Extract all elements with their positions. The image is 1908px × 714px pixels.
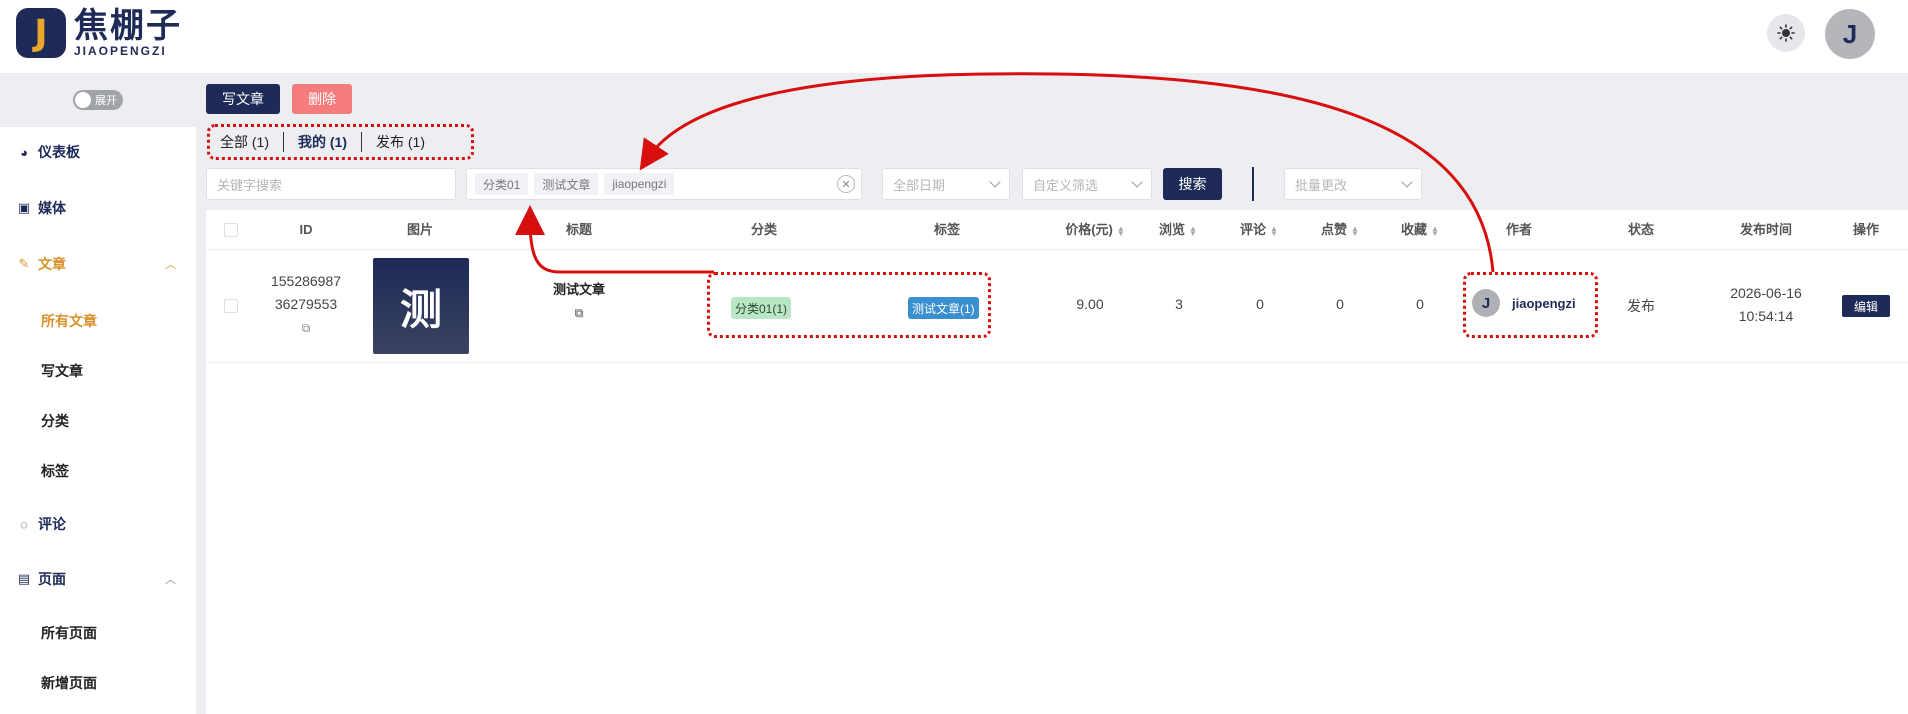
col-image: 图片 bbox=[406, 222, 434, 237]
tab-published[interactable]: 发布 (1) bbox=[361, 132, 439, 152]
sidebar-item-write-article[interactable]: 写文章 bbox=[41, 361, 83, 381]
col-comments[interactable]: 评论 ▲ ▼ bbox=[1240, 210, 1278, 250]
edit-button[interactable]: 编辑 bbox=[1842, 295, 1890, 317]
logo-cn-text: 焦棚子 bbox=[74, 6, 182, 46]
write-article-button[interactable]: 写文章 bbox=[206, 84, 280, 114]
chevron-up-icon: ︿ bbox=[165, 574, 176, 586]
chevron-up-icon: ︿ bbox=[165, 259, 176, 271]
tab-all[interactable]: 全部 (1) bbox=[208, 132, 283, 152]
image-icon: ▣ bbox=[17, 200, 31, 215]
col-actions: 操作 bbox=[1852, 222, 1880, 237]
logo[interactable]: J 焦棚子 JIAOPENGZI bbox=[16, 8, 182, 58]
article-thumbnail[interactable]: 测 bbox=[373, 258, 469, 354]
keyword-search-input[interactable]: 关键字搜索 bbox=[206, 168, 456, 200]
chevron-down-icon bbox=[1401, 176, 1413, 188]
logo-mark: J bbox=[16, 8, 66, 58]
article-title[interactable]: 测试文章 ⧉ bbox=[553, 279, 605, 321]
clear-icon[interactable]: ✕ bbox=[837, 175, 855, 193]
author-avatar: J bbox=[1472, 289, 1500, 317]
col-favorites[interactable]: 收藏 ▲ ▼ bbox=[1401, 210, 1439, 250]
tag-badge[interactable]: 测试文章(1) bbox=[908, 297, 979, 319]
filter-chip[interactable]: jiaopengzi bbox=[604, 173, 675, 195]
sidebar-expand-switch[interactable]: 展开 bbox=[73, 90, 123, 110]
sidebar-item-tags[interactable]: 标签 bbox=[41, 461, 69, 481]
author-name: jiaopengzi bbox=[1512, 295, 1576, 311]
sidebar-item-categories[interactable]: 分类 bbox=[41, 411, 69, 431]
delete-button[interactable]: 删除 bbox=[292, 84, 352, 114]
author-cell[interactable]: J jiaopengzi bbox=[1472, 289, 1576, 317]
table-header: ID 图片 标题 分类 标签 价格(元) ▲ ▼ 浏览 ▲ ▼ 评论 ▲ ▼ 点赞 ▲ ▼ 收藏… bbox=[206, 210, 1908, 250]
sun-icon bbox=[1777, 24, 1795, 42]
chevron-down-icon bbox=[1131, 176, 1143, 188]
sidebar-item-pages[interactable]: ▤ 页面 ︿ bbox=[0, 569, 196, 589]
date-select[interactable]: 全部日期 bbox=[882, 168, 1010, 200]
status-cell: 发布 bbox=[1627, 298, 1655, 314]
favorites-cell: 0 bbox=[1416, 296, 1424, 312]
sidebar-item-all-articles[interactable]: 所有文章 bbox=[41, 311, 97, 331]
edit-icon: ✎ bbox=[18, 256, 30, 271]
comments-cell: 0 bbox=[1256, 296, 1264, 312]
sort-icon: ▲ ▼ bbox=[1189, 223, 1197, 238]
col-category: 分类 bbox=[750, 222, 778, 237]
views-cell: 3 bbox=[1175, 296, 1183, 312]
batch-change-select[interactable]: 批量更改 bbox=[1284, 168, 1422, 200]
sidebar-item-dashboard[interactable]: ◕ 仪表板 bbox=[0, 142, 196, 162]
col-author: 作者 bbox=[1505, 222, 1533, 237]
sort-icon: ▲ ▼ bbox=[1351, 223, 1359, 238]
select-all-checkbox[interactable] bbox=[224, 223, 238, 237]
filter-tabs: 全部 (1) 我的 (1) 发布 (1) bbox=[208, 124, 439, 160]
sort-icon: ▲ ▼ bbox=[1116, 223, 1125, 238]
row-checkbox[interactable] bbox=[224, 299, 238, 313]
sidebar-item-media[interactable]: ▣ 媒体 bbox=[0, 198, 196, 218]
sidebar-item-comments[interactable]: ◌ 评论 bbox=[0, 514, 196, 534]
top-header: J 焦棚子 JIAOPENGZI J bbox=[0, 0, 1908, 73]
sidebar-item-articles[interactable]: ✎ 文章 ︿ bbox=[0, 254, 196, 274]
copy-icon[interactable]: ⧉ bbox=[302, 317, 311, 340]
sort-icon: ▲ ▼ bbox=[1431, 223, 1439, 238]
sidebar-item-all-pages[interactable]: 所有页面 bbox=[41, 623, 97, 643]
switch-label: 展开 bbox=[95, 95, 117, 107]
search-button[interactable]: 搜索 bbox=[1163, 168, 1222, 200]
col-likes[interactable]: 点赞 ▲ ▼ bbox=[1321, 210, 1359, 250]
articles-table: ID 图片 标题 分类 标签 价格(元) ▲ ▼ 浏览 ▲ ▼ 评论 ▲ ▼ 点赞 ▲ ▼ 收藏… bbox=[206, 210, 1908, 714]
comment-icon: ◌ bbox=[20, 516, 28, 532]
tab-mine[interactable]: 我的 (1) bbox=[283, 132, 361, 152]
sidebar-item-new-page[interactable]: 新增页面 bbox=[41, 673, 97, 693]
likes-cell: 0 bbox=[1336, 296, 1344, 312]
article-id: 155286987 36279553 ⧉ bbox=[271, 270, 341, 340]
page-icon: ▤ bbox=[17, 571, 31, 586]
theme-toggle-button[interactable] bbox=[1767, 14, 1805, 52]
custom-filter-select[interactable]: 自定义筛选 bbox=[1022, 168, 1152, 200]
col-publish-time: 发布时间 bbox=[1739, 222, 1793, 237]
col-title: 标题 bbox=[565, 222, 593, 237]
chevron-down-icon bbox=[989, 176, 1001, 188]
category-badge[interactable]: 分类01(1) bbox=[731, 297, 792, 319]
table-row: 155286987 36279553 ⧉ 测 测试文章 ⧉ 分类01(1) 测试… bbox=[206, 251, 1908, 363]
price-cell: 9.00 bbox=[1076, 296, 1104, 312]
user-avatar[interactable]: J bbox=[1825, 9, 1875, 59]
tag-filter-input[interactable]: 分类01 测试文章 jiaopengzi ✕ bbox=[466, 168, 862, 200]
col-tag: 标签 bbox=[933, 222, 961, 237]
filter-chip[interactable]: 分类01 bbox=[475, 173, 529, 195]
col-status: 状态 bbox=[1627, 222, 1655, 237]
logo-en-text: JIAOPENGZI bbox=[74, 44, 167, 58]
sort-icon: ▲ ▼ bbox=[1270, 223, 1278, 238]
filter-chip[interactable]: 测试文章 bbox=[534, 173, 599, 195]
dashboard-icon: ◕ bbox=[20, 144, 28, 160]
col-price[interactable]: 价格(元) ▲ ▼ bbox=[1065, 210, 1125, 250]
col-id: ID bbox=[299, 222, 313, 237]
copy-icon[interactable]: ⧉ bbox=[575, 306, 584, 321]
divider bbox=[1252, 167, 1254, 201]
col-views[interactable]: 浏览 ▲ ▼ bbox=[1159, 210, 1197, 250]
publish-time-cell: 2026-06-16 10:54:14 bbox=[1730, 285, 1802, 324]
sidebar: 展开 ◕ 仪表板 ▣ 媒体 ✎ 文章 ︿ 所有文章 写文章 分类 标签 ◌ 评论… bbox=[0, 73, 196, 714]
